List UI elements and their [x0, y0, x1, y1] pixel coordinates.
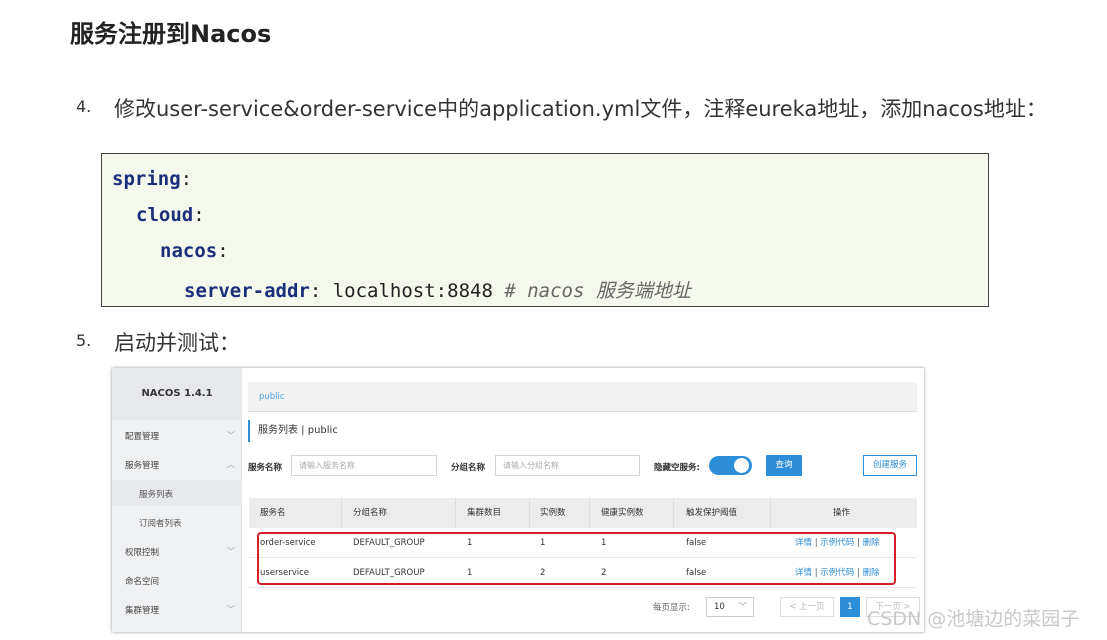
col-header: 实例数	[540, 508, 566, 518]
code-line-2: cloud:	[136, 204, 205, 226]
code-line-4: server-addr: localhost:8848 # nacos 服务端地…	[184, 280, 691, 302]
group-name-label: 分组名称	[451, 463, 486, 473]
col-header: 触发保护阈值	[686, 508, 738, 518]
sidebar-item-config[interactable]: 配置管理	[125, 430, 159, 442]
code-line-1: spring:	[112, 168, 193, 190]
code-block: spring: cloud: nacos: server-addr: local…	[101, 153, 989, 307]
page-title: 服务列表 | public	[248, 420, 338, 442]
col-header: 集群数目	[467, 508, 502, 518]
query-button[interactable]: 查询	[766, 455, 802, 476]
step-number: 4.	[76, 97, 92, 116]
page-number-button[interactable]: 1	[840, 597, 860, 617]
col-header: 分组名称	[353, 508, 388, 518]
hide-empty-label: 隐藏空服务:	[654, 463, 700, 473]
chevron-down-icon: ﹀	[227, 605, 235, 614]
code-line-3: nacos:	[160, 240, 229, 262]
section-heading: 服务注册到Nacos	[70, 20, 272, 48]
service-name-label: 服务名称	[248, 463, 283, 473]
sidebar-item-access[interactable]: 权限控制	[125, 546, 159, 558]
step-4: 4. 修改user-service&order-service中的applica…	[76, 93, 1106, 123]
sidebar-item-service-list[interactable]: 服务列表	[139, 488, 173, 500]
nacos-screenshot: NACOS 1.4.1 配置管理 ﹀ 服务管理 ︿ 服务列表 订阅者列表 权限控…	[112, 368, 924, 632]
highlight-box	[257, 532, 896, 585]
table-header: 服务名 分组名称 集群数目 实例数 健康实例数 触发保护阈值 操作	[249, 498, 917, 528]
namespace-bar: public	[248, 382, 917, 412]
page-size-select[interactable]: 10 ﹀	[706, 597, 754, 617]
col-header: 服务名	[260, 508, 286, 518]
sidebar-item-service-mgmt[interactable]: 服务管理	[125, 459, 159, 471]
step-number: 5.	[76, 331, 92, 350]
group-name-input[interactable]: 请输入分组名称	[495, 455, 640, 476]
namespace-tab-public[interactable]: public	[259, 392, 285, 402]
col-header: 操作	[833, 508, 851, 518]
nacos-logo: NACOS 1.4.1	[112, 368, 242, 420]
col-header: 健康实例数	[601, 508, 644, 518]
csdn-watermark: CSDN @池塘边的菜园子	[867, 608, 1080, 630]
chevron-down-icon: ﹀	[227, 547, 235, 556]
sidebar-item-cluster[interactable]: 集群管理	[125, 604, 159, 616]
step-text: 修改user-service&order-service中的applicatio…	[114, 97, 1047, 121]
nacos-sidebar: NACOS 1.4.1 配置管理 ﹀ 服务管理 ︿ 服务列表 订阅者列表 权限控…	[112, 368, 242, 632]
chevron-down-icon: ﹀	[738, 602, 747, 612]
step-text: 启动并测试：	[114, 331, 240, 355]
create-service-button[interactable]: 创建服务	[863, 455, 917, 476]
active-item-highlight	[112, 480, 242, 506]
prev-page-button[interactable]: < 上一页	[780, 597, 834, 617]
step-5: 5. 启动并测试：	[76, 327, 376, 357]
sidebar-item-namespace[interactable]: 命名空间	[125, 575, 159, 587]
chevron-up-icon: ︿	[227, 460, 235, 469]
chevron-down-icon: ﹀	[227, 431, 235, 440]
nacos-main: public 服务列表 | public 服务名称 请输入服务名称 分组名称 请…	[242, 368, 924, 632]
hide-empty-toggle[interactable]	[709, 456, 752, 475]
service-name-input[interactable]: 请输入服务名称	[291, 455, 437, 476]
page-size-label: 每页显示:	[653, 603, 690, 613]
sidebar-item-subscriber-list[interactable]: 订阅者列表	[139, 517, 182, 529]
